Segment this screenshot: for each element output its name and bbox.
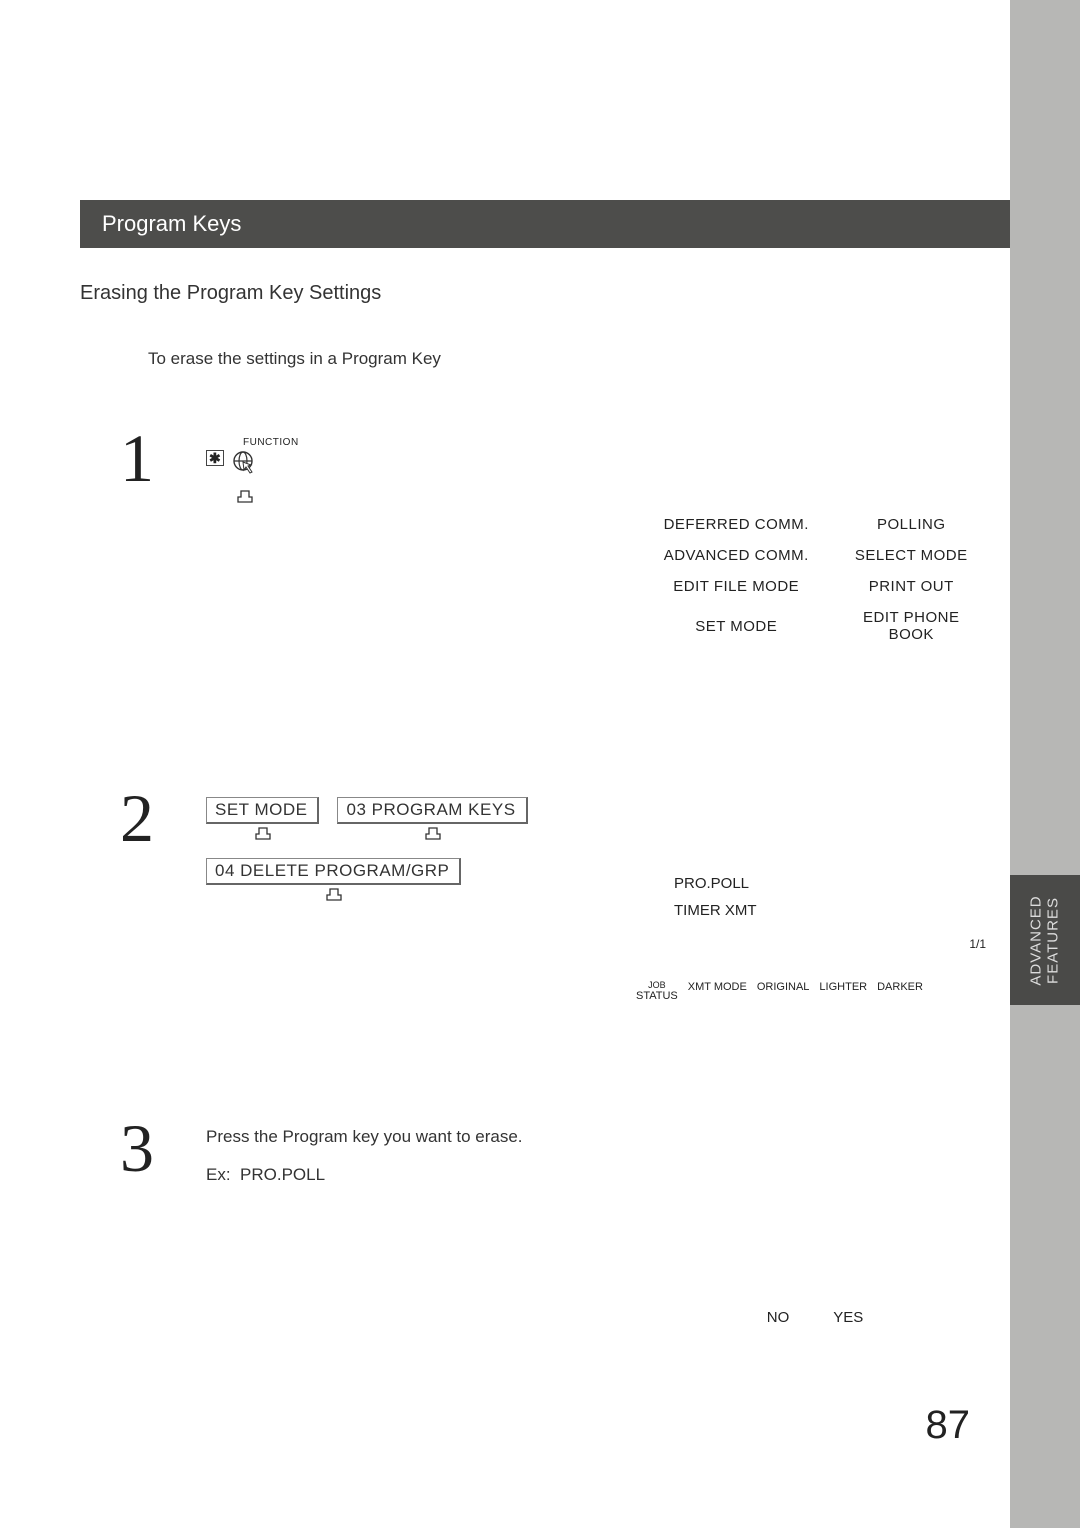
lcd-cell: DEFERRED COMM. [640, 509, 833, 540]
lcd-row: ADVANCED COMM. SELECT MODE [640, 540, 990, 571]
lcd-row: SET MODE EDIT PHONE BOOK [640, 602, 990, 650]
softkey-original: ORIGINAL [757, 981, 810, 1002]
lcd-panel-confirm: NO YES [640, 1309, 990, 1326]
softkey-top: JOB [636, 981, 678, 990]
lcd-panel-program-list: PRO.POLL TIMER XMT 1/1 JOB STATUS XMT MO… [640, 801, 990, 1002]
key-program-keys: 03 PROGRAM KEYS [337, 797, 527, 842]
key-button[interactable]: SET MODE [206, 797, 319, 824]
softkey-bottom: DARKER [877, 981, 923, 993]
softkey-bottom: LIGHTER [819, 981, 867, 993]
lcd-cell: SELECT MODE [833, 540, 991, 571]
press-indicator-icon [230, 487, 260, 505]
step-2: 2 SET MODE 03 PROGRAM KEYS 04 [120, 789, 1010, 1049]
softkey-lighter: LIGHTER [819, 981, 867, 1002]
key-delete-program-grp: 04 DELETE PROGRAM/GRP [206, 858, 461, 903]
step3-ex-key: PRO.POLL [240, 1165, 325, 1184]
lcd-softkey-row: JOB STATUS XMT MODE ORIGINAL LIGHTER [636, 981, 990, 1002]
lcd-cell: PRINT OUT [833, 571, 991, 602]
page-title-banner: Program Keys [80, 200, 1010, 248]
softkey-darker: DARKER [877, 981, 923, 1002]
lcd-list-item: PRO.POLL [674, 875, 990, 892]
step3-line2: Ex: PRO.POLL [206, 1165, 1010, 1185]
softkey-bottom: XMT MODE [688, 981, 747, 993]
page-title: Program Keys [102, 211, 241, 237]
key-set-mode: SET MODE [206, 797, 319, 842]
step-number: 2 [120, 779, 154, 858]
confirm-no: NO [767, 1309, 790, 1326]
softkey-xmt-mode: XMT MODE [688, 981, 747, 1002]
key-button[interactable]: 04 DELETE PROGRAM/GRP [206, 858, 461, 885]
section-subtitle: Erasing the Program Key Settings [80, 282, 1010, 305]
confirm-yes: YES [833, 1309, 863, 1326]
lcd-cell: EDIT PHONE BOOK [833, 602, 991, 650]
lcd-panel-function-menu: DEFERRED COMM. POLLING ADVANCED COMM. SE… [640, 509, 990, 650]
function-key-icon [230, 450, 260, 486]
page-number: 87 [926, 1403, 971, 1448]
step3-ex-prefix: Ex: [206, 1165, 231, 1184]
press-indicator-icon [248, 824, 278, 842]
lcd-list-item: TIMER XMT [674, 902, 990, 919]
softkey-job-status: JOB STATUS [636, 981, 678, 1002]
section-tab-label: ADVANCED FEATURES [1029, 895, 1062, 985]
press-indicator-icon [319, 885, 349, 903]
asterisk-key-icon: ✱ [206, 450, 224, 466]
lcd-row: EDIT FILE MODE PRINT OUT [640, 571, 990, 602]
lcd-cell: POLLING [833, 509, 991, 540]
step-number: 1 [120, 419, 154, 498]
key-button[interactable]: 03 PROGRAM KEYS [337, 797, 527, 824]
lcd-row: DEFERRED COMM. POLLING [640, 509, 990, 540]
step-number: 3 [120, 1109, 154, 1188]
press-indicator-icon [418, 824, 448, 842]
page-content: Program Keys Erasing the Program Key Set… [80, 0, 1010, 1528]
softkey-bottom: STATUS [636, 990, 678, 1002]
lcd-cell: EDIT FILE MODE [640, 571, 833, 602]
lcd-cell: ADVANCED COMM. [640, 540, 833, 571]
softkey-bottom: ORIGINAL [757, 981, 810, 993]
function-label: FUNCTION [243, 437, 1010, 448]
intro-line: To erase the settings in a Program Key [148, 349, 1010, 369]
step-1: 1 FUNCTION ✱ [120, 429, 1010, 669]
lcd-page-indicator: 1/1 [640, 937, 986, 951]
lcd-cell: SET MODE [640, 602, 833, 650]
step-3: 3 Press the Program key you want to eras… [120, 1119, 1010, 1379]
right-margin-strip [1010, 0, 1080, 1528]
section-tab-advanced-features: ADVANCED FEATURES [1010, 875, 1080, 1005]
step3-line1: Press the Program key you want to erase. [206, 1127, 1010, 1147]
